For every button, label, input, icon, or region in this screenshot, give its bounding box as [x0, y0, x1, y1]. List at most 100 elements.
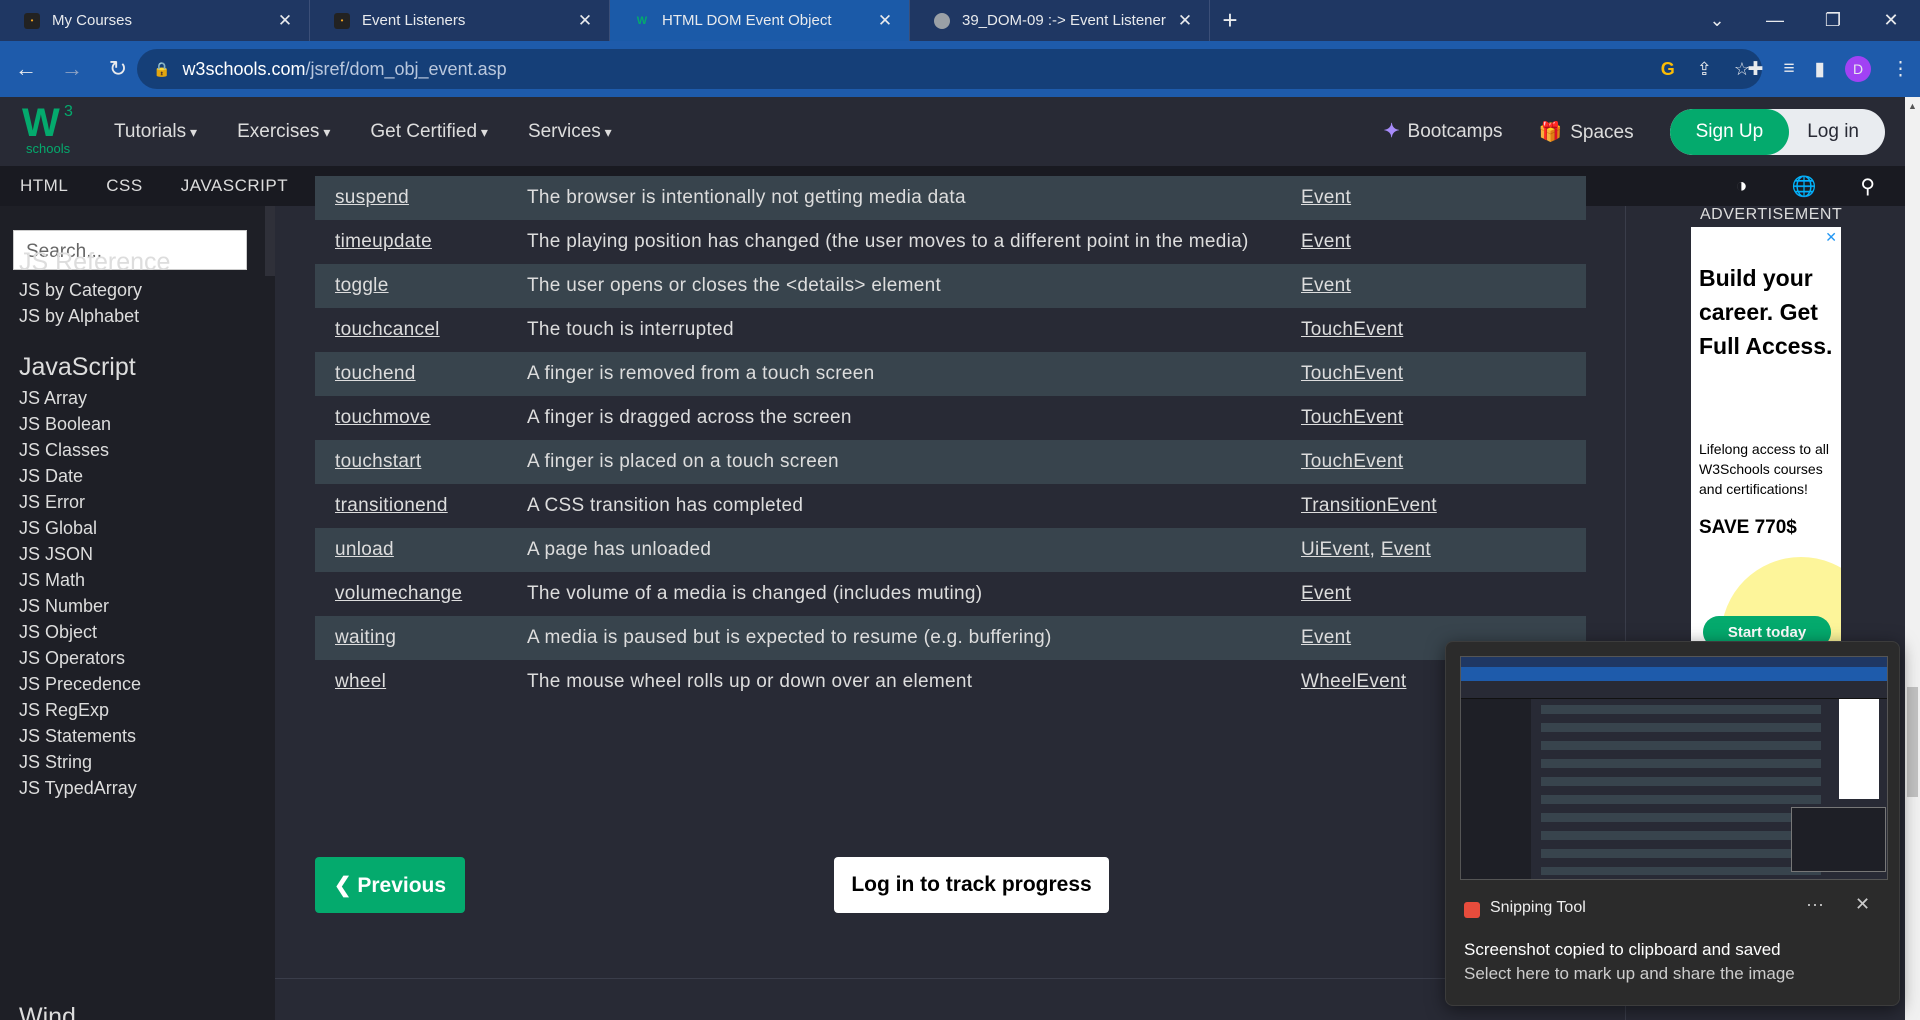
browser-tab[interactable]: W HTML DOM Event Object ✕: [610, 0, 910, 41]
scrollbar-thumb[interactable]: [1907, 687, 1918, 797]
event-name-link[interactable]: touchstart: [315, 440, 507, 484]
event-type-link[interactable]: TransitionEvent: [1301, 495, 1437, 516]
event-name-link[interactable]: wheel: [315, 660, 507, 704]
sidebar-link[interactable]: JS RegExp: [19, 700, 109, 721]
new-tab-button[interactable]: +: [1210, 0, 1250, 41]
sidebar-scrollbar[interactable]: [265, 206, 275, 276]
table-row: touchmove A finger is dragged across the …: [315, 396, 1586, 440]
event-type-link[interactable]: TouchEvent: [1301, 363, 1403, 384]
sidebar-link[interactable]: JS String: [19, 752, 92, 773]
event-type-link[interactable]: Event: [1301, 231, 1351, 252]
event-type-cell: TransitionEvent: [1281, 484, 1586, 528]
forward-button[interactable]: →: [52, 49, 92, 89]
toast-close-icon[interactable]: ✕: [1855, 894, 1870, 915]
bootcamps-link[interactable]: ✦ Bootcamps: [1384, 120, 1503, 143]
tab-close-icon[interactable]: ✕: [1175, 11, 1195, 31]
sidebar-link[interactable]: JS Array: [19, 388, 87, 409]
sidebar-link[interactable]: JS Classes: [19, 440, 109, 461]
scroll-up-icon[interactable]: ▲: [1908, 101, 1917, 111]
snipping-tool-notification[interactable]: Snipping Tool ··· ✕ Screenshot copied to…: [1445, 641, 1900, 1006]
event-name-link[interactable]: suspend: [315, 176, 507, 220]
event-type-link[interactable]: TouchEvent: [1301, 407, 1403, 428]
event-type-link[interactable]: Event: [1301, 583, 1351, 604]
extensions-icon[interactable]: ✚: [1748, 58, 1764, 81]
menu-get-certified[interactable]: Get Certified: [370, 121, 488, 143]
reload-button[interactable]: ↻: [98, 49, 138, 89]
event-name-link[interactable]: touchend: [315, 352, 507, 396]
sidebar-link[interactable]: JS Boolean: [19, 414, 111, 435]
kebab-menu-icon[interactable]: ⋮: [1891, 58, 1910, 81]
sidebar-link[interactable]: JS JSON: [19, 544, 93, 565]
tab-close-icon[interactable]: ✕: [275, 11, 295, 31]
previous-button[interactable]: ❮ Previous: [315, 857, 465, 913]
minimize-button[interactable]: —: [1746, 0, 1804, 41]
sidebar-link[interactable]: JS Precedence: [19, 674, 141, 695]
event-name-link[interactable]: volumechange: [315, 572, 507, 616]
google-icon[interactable]: G: [1661, 59, 1675, 80]
spaces-link[interactable]: 🎁 Spaces: [1539, 120, 1634, 144]
logo-superscript: 3: [64, 103, 73, 120]
menu-services[interactable]: Services: [528, 121, 612, 143]
sidebar-link[interactable]: JS Object: [19, 622, 97, 643]
toast-more-icon[interactable]: ···: [1806, 894, 1824, 915]
event-type-link[interactable]: Event: [1301, 275, 1351, 296]
signup-button[interactable]: Sign Up: [1669, 108, 1790, 155]
event-type-link[interactable]: WheelEvent: [1301, 671, 1406, 692]
subnav-css[interactable]: CSS: [106, 176, 142, 196]
browser-tab[interactable]: • Event Listeners ✕: [310, 0, 610, 41]
event-type-link[interactable]: TouchEvent: [1301, 319, 1403, 340]
menu-tutorials[interactable]: Tutorials: [114, 121, 197, 143]
dark-mode-icon[interactable]: ◑: [1735, 175, 1747, 198]
subnav-javascript[interactable]: JAVASCRIPT: [181, 176, 288, 196]
media-icon[interactable]: ≡: [1783, 58, 1794, 80]
event-name-link[interactable]: transitionend: [315, 484, 507, 528]
url-path: /jsref/dom_obj_event.asp: [305, 58, 507, 79]
sidebar-link[interactable]: JS Operators: [19, 648, 125, 669]
address-bar[interactable]: 🔒 w3schools.com/jsref/dom_obj_event.asp …: [137, 49, 1762, 89]
event-name-link[interactable]: toggle: [315, 264, 507, 308]
event-name-link[interactable]: unload: [315, 528, 507, 572]
event-name-link[interactable]: waiting: [315, 616, 507, 660]
sidebar-link[interactable]: JS by Category: [19, 280, 142, 301]
close-window-button[interactable]: ✕: [1862, 0, 1920, 41]
side-panel-icon[interactable]: ▮: [1815, 58, 1825, 81]
sidebar-link[interactable]: JS by Alphabet: [19, 306, 139, 327]
event-name-link[interactable]: timeupdate: [315, 220, 507, 264]
sidebar-link[interactable]: JS Global: [19, 518, 97, 539]
screenshot-thumbnail[interactable]: [1460, 656, 1888, 880]
subnav-html[interactable]: HTML: [20, 176, 68, 196]
event-type-link[interactable]: UiEvent: [1301, 539, 1370, 560]
tab-search-icon[interactable]: ⌄: [1688, 0, 1746, 41]
browser-tab[interactable]: 39_DOM-09 :-> Event Listener ✕: [910, 0, 1210, 41]
event-type-link[interactable]: Event: [1301, 627, 1351, 648]
globe-icon[interactable]: 🌐: [1791, 174, 1816, 199]
sidebar-link[interactable]: JS Date: [19, 466, 83, 487]
restore-button[interactable]: ❐: [1804, 0, 1862, 41]
browser-tab[interactable]: • My Courses ✕: [0, 0, 310, 41]
profile-avatar[interactable]: D: [1845, 56, 1871, 82]
tab-title: HTML DOM Event Object: [662, 12, 832, 29]
page-scrollbar[interactable]: ▲: [1905, 97, 1920, 1020]
event-type-link[interactable]: Event: [1301, 187, 1351, 208]
back-button[interactable]: ←: [6, 49, 46, 89]
event-type-link[interactable]: TouchEvent: [1301, 451, 1403, 472]
tab-close-icon[interactable]: ✕: [875, 11, 895, 31]
sidebar-link[interactable]: JS Math: [19, 570, 85, 591]
ad-close-icon[interactable]: ✕: [1825, 229, 1837, 246]
event-type-link[interactable]: Event: [1381, 539, 1431, 560]
search-icon[interactable]: ⚲: [1860, 174, 1875, 199]
event-name-link[interactable]: touchmove: [315, 396, 507, 440]
track-progress-button[interactable]: Log in to track progress: [834, 857, 1109, 913]
ad-banner[interactable]: ✕ Build your career. Get Full Access. Li…: [1691, 227, 1841, 647]
table-row: timeupdate The playing position has chang…: [315, 220, 1586, 264]
sidebar-link[interactable]: JS TypedArray: [19, 778, 137, 799]
tab-close-icon[interactable]: ✕: [575, 11, 595, 31]
event-name-link[interactable]: touchcancel: [315, 308, 507, 352]
sidebar-link[interactable]: JS Statements: [19, 726, 136, 747]
menu-exercises[interactable]: Exercises: [237, 121, 330, 143]
share-icon[interactable]: ⇪: [1697, 59, 1712, 80]
sidebar-link[interactable]: JS Error: [19, 492, 85, 513]
sidebar-link[interactable]: JS Number: [19, 596, 109, 617]
login-button[interactable]: Log in: [1789, 109, 1885, 155]
w3schools-logo[interactable]: W 3 schools: [22, 103, 78, 159]
